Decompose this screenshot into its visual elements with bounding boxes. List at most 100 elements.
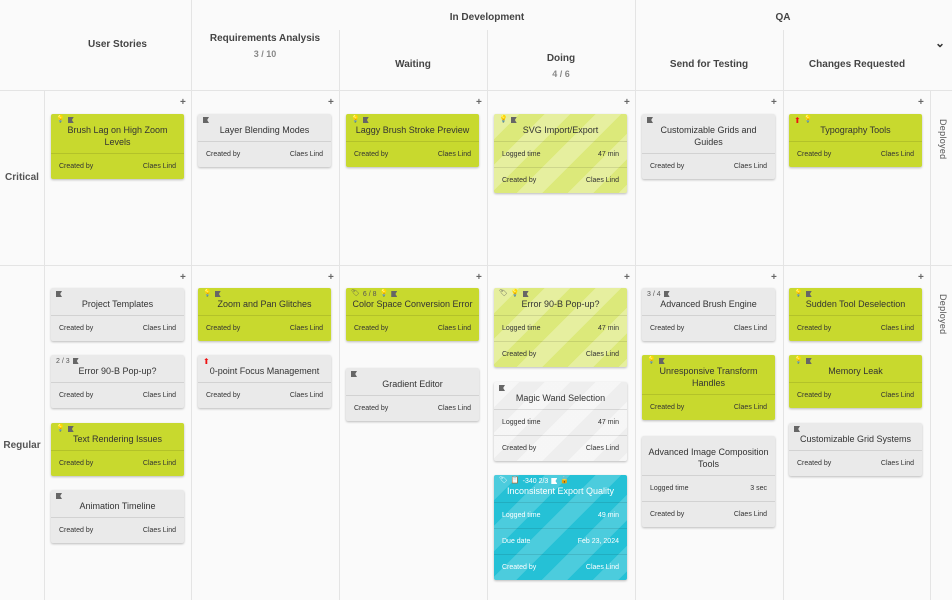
add-card-button[interactable]: + [918,98,924,108]
add-card-button[interactable]: + [771,98,777,108]
subtask-count: 6 / 8 [362,290,377,298]
card[interactable]: Customizable Grids and Guides Created by… [642,114,775,179]
column-title: Doing [546,53,576,64]
created-by-label: Created by [206,392,241,399]
card[interactable]: 💡 Text Rendering Issues Created by Claes … [51,423,184,476]
card-user: Claes Lind [880,460,914,467]
flag-icon [56,493,62,499]
card[interactable]: 💡 Laggy Brush Stroke Preview Created by C… [346,114,479,167]
card-user: Claes Lind [733,404,767,411]
created-by-label: Created by [59,460,94,467]
card[interactable]: 2 / 3 Error 90-B Pop-up? Created by Claes… [51,355,184,408]
lock-icon: 🔒 [560,477,570,484]
card[interactable]: 🏷 6 / 8 💡 Color Space Conversion Error Cre… [346,288,479,341]
card[interactable]: 3 / 4 Advanced Brush Engine Created by Cl… [642,288,775,341]
card-title: Gradient Editor [382,379,443,389]
card[interactable]: 💡 Unresponsive Transform Handles Created… [642,355,775,420]
card-title: Project Templates [81,299,154,309]
card[interactable]: Animation Timeline Created by Claes Lind [51,490,184,543]
lane-regular[interactable]: Regular [0,440,44,451]
bulb-icon: 💡 [56,116,65,123]
priority-up-icon: ⬆ [203,356,210,366]
card-user: Claes Lind [142,527,176,534]
created-by-label: Created by [354,151,389,158]
add-card-button[interactable]: + [771,273,777,283]
created-by-label: Created by [206,151,241,158]
card[interactable]: 💡 Memory Leak Created by Claes Lind [789,355,922,408]
card-user: Claes Lind [437,325,471,332]
created-by-label: Created by [59,325,94,332]
column-doing[interactable]: Doing 4 / 6 [487,53,635,79]
flag-icon [67,426,74,432]
column-send-for-testing[interactable]: Send for Testing [635,59,783,70]
card-user: Claes Lind [585,564,619,571]
card-title: Text Rendering Issues [72,434,163,444]
created-by-label: Created by [502,445,537,452]
card[interactable]: Customizable Grid Systems Created by Clae… [789,423,922,476]
card[interactable]: 🏷 📋 -340 2/3 🔒 Inconsistent Export Quality … [494,475,627,580]
add-card-button[interactable]: + [180,273,186,283]
add-card-button[interactable]: + [328,98,334,108]
add-card-button[interactable]: + [624,273,630,283]
card[interactable]: Project Templates Created by Claes Lind [51,288,184,341]
card[interactable]: Advanced Image Composition Tools Logged … [642,436,775,527]
add-card-button[interactable]: + [918,273,924,283]
card-user: Claes Lind [289,325,323,332]
flag-icon [203,117,209,123]
lane-critical[interactable]: Critical [0,172,44,183]
created-by-label: Created by [650,325,685,332]
logged-time-label: Logged time [650,485,689,492]
column-changes-requested[interactable]: Changes Requested [783,59,931,70]
column-waiting[interactable]: Waiting [339,59,487,70]
flag-icon [663,291,670,297]
flag-icon [510,117,517,123]
flag-icon [72,358,79,364]
card-user: Claes Lind [585,445,619,452]
created-by-label: Created by [502,351,537,358]
tag-icon: 🏷 [351,290,360,297]
chevron-down-icon[interactable]: ⌄ [935,36,945,50]
flag-icon [391,291,398,297]
card[interactable]: Magic Wand Selection Logged time 47 min C… [494,382,627,461]
add-card-button[interactable]: + [328,273,334,283]
bulb-icon: 💡 [803,116,813,123]
tag-icon: 🏷 [499,477,508,484]
card[interactable]: 💡 Brush Lag on High Zoom Levels Created … [51,114,184,179]
deployed-label-critical[interactable]: Deployed [934,104,948,174]
card[interactable]: ⬆ 0-point Focus Management Created by Cla… [198,355,331,408]
card[interactable]: 💡 Zoom and Pan Glitches Created by Claes … [198,288,331,341]
flag-icon [551,478,558,484]
column-requirements[interactable]: Requirements Analysis 3 / 10 [191,33,339,59]
logged-time-value: 47 min [597,151,619,158]
card[interactable]: 💡 SVG Import/Export Logged time 47 min Cr… [494,114,627,193]
card-meta: -340 2/3 [522,477,549,485]
card-user: Claes Lind [880,151,914,158]
bulb-icon: 💡 [794,290,803,297]
bulb-icon: 💡 [794,357,803,364]
flag-icon [351,371,357,377]
add-card-button[interactable]: + [624,98,630,108]
card-user: Claes Lind [880,392,914,399]
created-by-label: Created by [206,325,241,332]
card-user: Claes Lind [880,325,914,332]
card[interactable]: 🏷 💡 Error 90-B Pop-up? Logged time 47 min … [494,288,627,367]
add-card-button[interactable]: + [476,98,482,108]
deployed-label-regular[interactable]: Deployed [934,279,948,349]
bulb-icon: 💡 [379,290,389,297]
card-user: Claes Lind [585,177,619,184]
card[interactable]: ⬆ 💡 Typography Tools Created by Claes Lind [789,114,922,167]
card-title: Advanced Brush Engine [660,299,757,309]
card-title: Customizable Grids and Guides [660,125,757,147]
bulb-icon: 💡 [510,290,520,297]
card[interactable]: 💡 Sudden Tool Deselection Created by Clae… [789,288,922,341]
wip-count: 4 / 6 [552,69,570,79]
created-by-label: Created by [354,325,389,332]
card[interactable]: Layer Blending Modes Created by Claes Lin… [198,114,331,167]
add-card-button[interactable]: + [180,98,186,108]
add-card-button[interactable]: + [476,273,482,283]
column-user-stories[interactable]: User Stories [44,39,191,50]
card-user: Claes Lind [437,405,471,412]
card[interactable]: Gradient Editor Created by Claes Lind [346,368,479,421]
card-title: Laggy Brush Stroke Preview [355,125,470,135]
card-title: Memory Leak [828,366,883,376]
